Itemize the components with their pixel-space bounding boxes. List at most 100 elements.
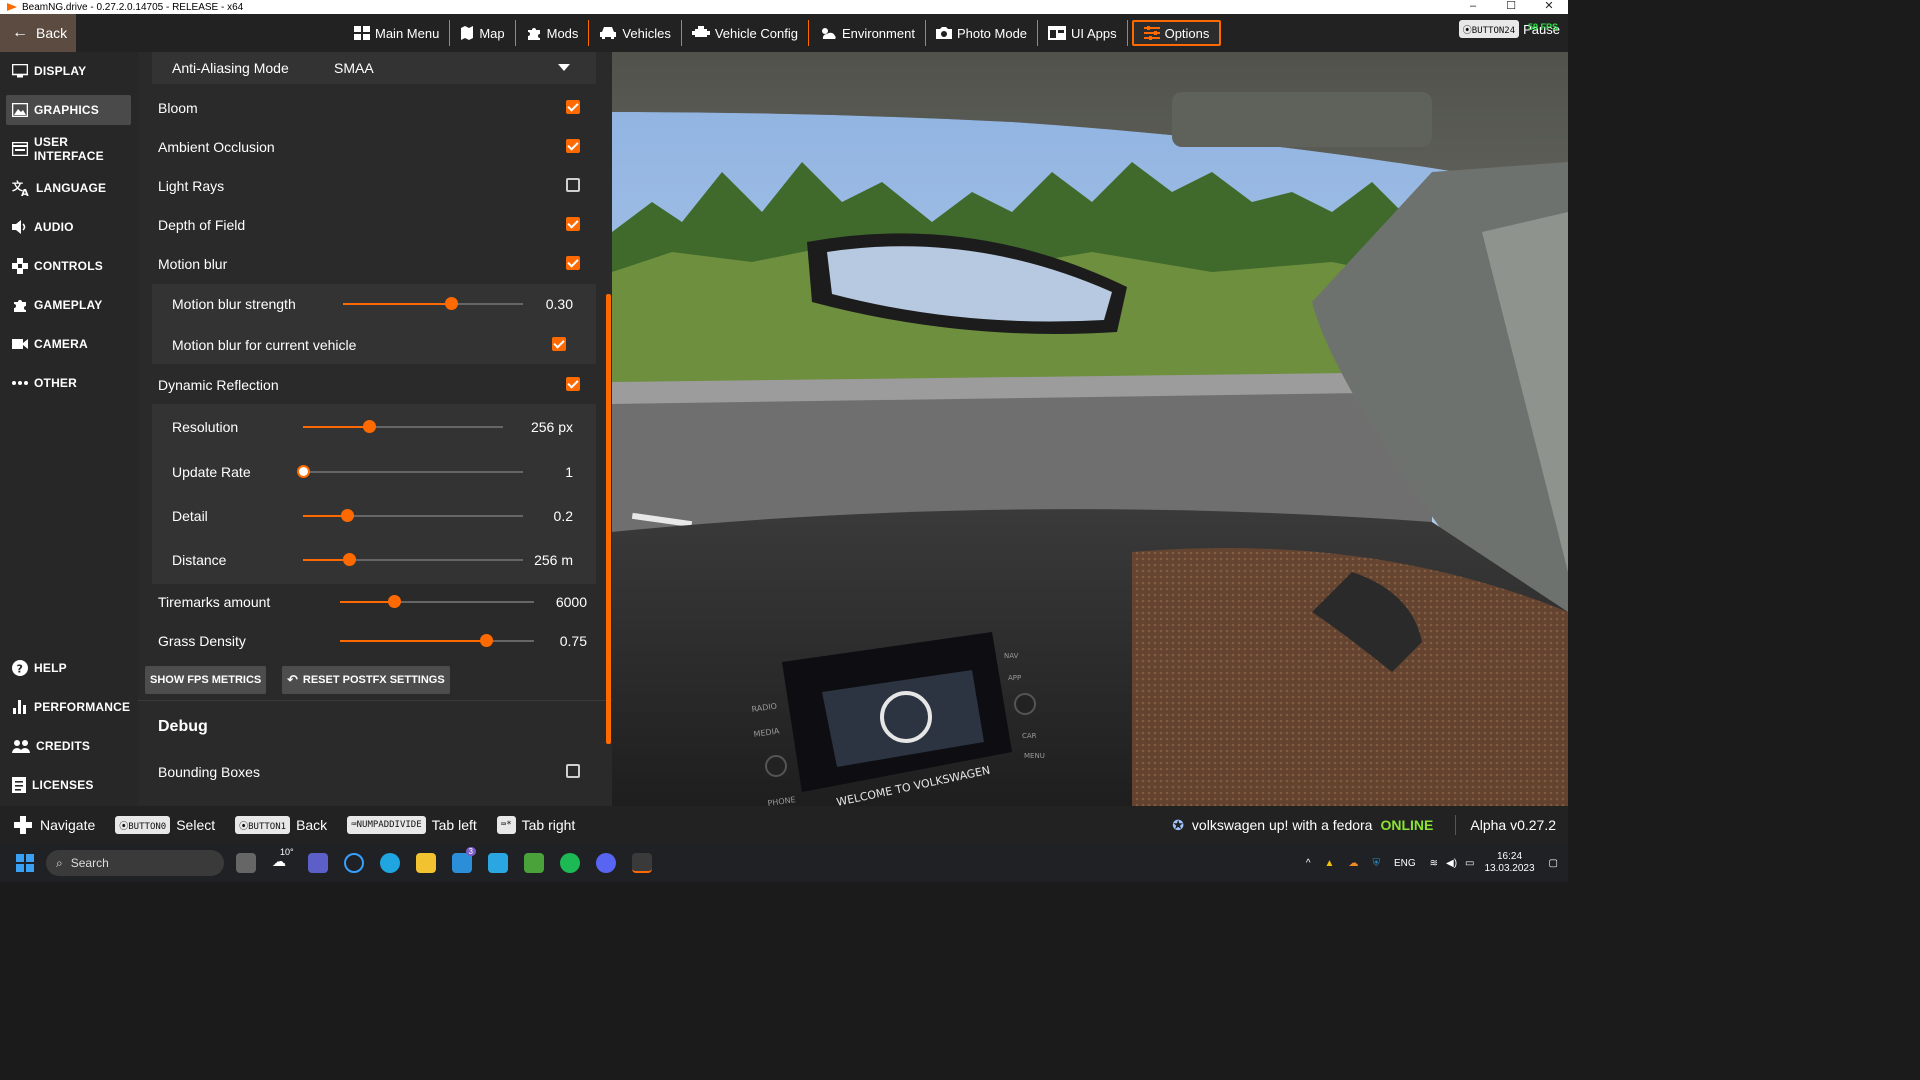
more-icon xyxy=(12,381,28,385)
car-icon xyxy=(600,27,617,39)
divider xyxy=(1455,815,1457,835)
resolution-slider[interactable] xyxy=(303,420,503,433)
notification-icon[interactable]: ▢ xyxy=(1549,858,1558,869)
l-app-icon[interactable] xyxy=(488,853,508,873)
nav-ui-apps[interactable]: UI Apps xyxy=(1038,20,1128,46)
mail-icon[interactable]: 3 xyxy=(452,847,476,873)
update-rate-slider[interactable] xyxy=(297,465,523,478)
security-icon[interactable]: ⛨ xyxy=(1372,858,1380,869)
back-button[interactable]: ← Back xyxy=(0,14,76,52)
grass-density-value: 0.75 xyxy=(559,633,587,649)
os-taskbar: ⌕ Search 10° ☁ 3 ^ ▲ ☁ ⛨ ENG ≋ ◀) ▭ 16:24… xyxy=(0,844,1568,882)
minecraft-icon[interactable] xyxy=(524,853,544,873)
language-indicator[interactable]: ENG xyxy=(1394,858,1416,869)
sidebar-item-controls[interactable]: CONTROLS xyxy=(6,251,131,281)
dynamic-reflection-label: Dynamic Reflection xyxy=(158,377,279,393)
motion-blur-checkbox[interactable] xyxy=(566,256,580,270)
distance-value: 256 m xyxy=(534,552,573,568)
dynamic-reflection-checkbox[interactable] xyxy=(566,377,580,391)
wifi-icon[interactable]: ≋ xyxy=(1430,858,1438,869)
hint-label: Navigate xyxy=(40,817,96,833)
sidebar-item-label: LANGUAGE xyxy=(36,181,107,195)
status-area: ✪ volkswagen up! with a fedora ONLINE Al… xyxy=(1172,806,1556,844)
file-explorer-icon[interactable] xyxy=(416,853,436,873)
depth-of-field-label: Depth of Field xyxy=(158,217,246,233)
taskbar-search-box[interactable]: ⌕ Search xyxy=(46,850,224,876)
window-title-bar: BeamNG.drive - 0.27.2.0.14705 - RELEASE … xyxy=(0,0,1568,14)
tiremarks-value: 6000 xyxy=(555,594,587,610)
slider-knob[interactable] xyxy=(479,634,493,647)
teams-icon[interactable] xyxy=(308,853,328,873)
key-badge: ⌨NUMPADDIVIDE xyxy=(347,816,426,834)
sidebar-item-help[interactable]: ? HELP xyxy=(6,653,131,683)
ambient-occlusion-checkbox[interactable] xyxy=(566,139,580,153)
nav-mods[interactable]: Mods xyxy=(516,20,590,46)
chevron-up-icon[interactable]: ^ xyxy=(1306,858,1311,869)
main-nav: Main Menu Map Mods Vehicles Vehicle Conf… xyxy=(344,14,1222,52)
cortana-icon[interactable] xyxy=(344,853,364,873)
puzzle-icon xyxy=(14,300,26,312)
sidebar-item-display[interactable]: DISPLAY xyxy=(6,56,131,86)
bounding-boxes-checkbox[interactable] xyxy=(566,764,580,778)
grass-density-slider[interactable] xyxy=(340,634,534,647)
reset-postfx-button[interactable]: ↶ RESET POSTFX SETTINGS xyxy=(282,666,450,694)
app-button-label: APP xyxy=(1008,674,1021,682)
light-rays-checkbox[interactable] xyxy=(566,178,580,192)
sidebar-item-licenses[interactable]: LICENSES xyxy=(6,770,131,800)
weather-widget-icon[interactable]: 10° ☁ xyxy=(272,847,294,873)
sidebar-item-label: OTHER xyxy=(34,376,77,390)
nav-environment[interactable]: Environment xyxy=(809,20,926,46)
button-label: RESET POSTFX SETTINGS xyxy=(302,674,445,686)
beamng-taskbar-icon[interactable] xyxy=(632,853,652,873)
slider-knob[interactable] xyxy=(297,465,310,478)
nav-label: UI Apps xyxy=(1071,25,1117,41)
clock[interactable]: 16:24 13.03.2023 xyxy=(1484,851,1534,875)
sidebar-item-camera[interactable]: CAMERA xyxy=(6,329,131,359)
nav-photo-mode[interactable]: Photo Mode xyxy=(926,20,1039,46)
sidebar-item-audio[interactable]: AUDIO xyxy=(6,212,131,242)
sidebar-item-user-interface[interactable]: USER INTERFACE xyxy=(6,134,131,164)
detail-slider[interactable] xyxy=(303,509,523,522)
minimize-button[interactable]: – xyxy=(1454,0,1492,14)
slider-knob[interactable] xyxy=(341,509,354,522)
sidebar-item-gameplay[interactable]: GAMEPLAY xyxy=(6,290,131,320)
slider-knob[interactable] xyxy=(388,595,402,608)
edge-icon[interactable] xyxy=(380,853,400,873)
spotify-icon[interactable] xyxy=(560,853,580,873)
settings-scrollbar[interactable] xyxy=(606,294,611,744)
nav-options[interactable]: Options xyxy=(1131,20,1222,46)
beamng-logo-icon xyxy=(7,3,17,11)
dpad-icon xyxy=(14,816,32,834)
close-button[interactable]: ✕ xyxy=(1530,0,1568,14)
cloud-icon[interactable]: ☁ xyxy=(1348,858,1358,869)
nav-map[interactable]: Map xyxy=(450,20,516,46)
battery-icon[interactable]: ▭ xyxy=(1465,858,1474,869)
windows-start-icon[interactable] xyxy=(16,854,34,872)
sidebar-item-label: USER INTERFACE xyxy=(34,135,104,163)
task-view-icon[interactable] xyxy=(236,853,256,873)
motion-blur-vehicle-checkbox[interactable] xyxy=(552,337,566,351)
slider-knob[interactable] xyxy=(445,297,458,310)
bounding-boxes-label: Bounding Boxes xyxy=(158,764,260,780)
google-drive-icon[interactable]: ▲ xyxy=(1325,858,1335,869)
distance-slider[interactable] xyxy=(303,553,523,566)
bloom-checkbox[interactable] xyxy=(566,100,580,114)
volume-icon[interactable]: ◀) xyxy=(1446,858,1457,869)
sidebar-item-performance[interactable]: PERFORMANCE xyxy=(6,692,131,722)
slider-knob[interactable] xyxy=(363,420,376,433)
aa-mode-select[interactable]: SMAA xyxy=(334,58,578,78)
depth-of-field-checkbox[interactable] xyxy=(566,217,580,231)
nav-vehicle-config[interactable]: Vehicle Config xyxy=(682,20,809,46)
nav-vehicles[interactable]: Vehicles xyxy=(589,20,682,46)
sidebar-item-graphics[interactable]: GRAPHICS xyxy=(6,95,131,125)
nav-main-menu[interactable]: Main Menu xyxy=(344,20,451,46)
sidebar-item-credits[interactable]: CREDITS xyxy=(6,731,131,761)
tiremarks-slider[interactable] xyxy=(340,595,534,608)
sidebar-item-other[interactable]: OTHER xyxy=(6,368,131,398)
puzzle-icon xyxy=(527,28,540,40)
discord-icon[interactable] xyxy=(596,853,616,873)
motion-blur-strength-slider[interactable] xyxy=(343,297,523,310)
maximize-button[interactable]: ☐ xyxy=(1492,0,1530,14)
show-fps-metrics-button[interactable]: SHOW FPS METRICS xyxy=(145,666,267,694)
sidebar-item-language[interactable]: 文A LANGUAGE xyxy=(6,173,131,203)
